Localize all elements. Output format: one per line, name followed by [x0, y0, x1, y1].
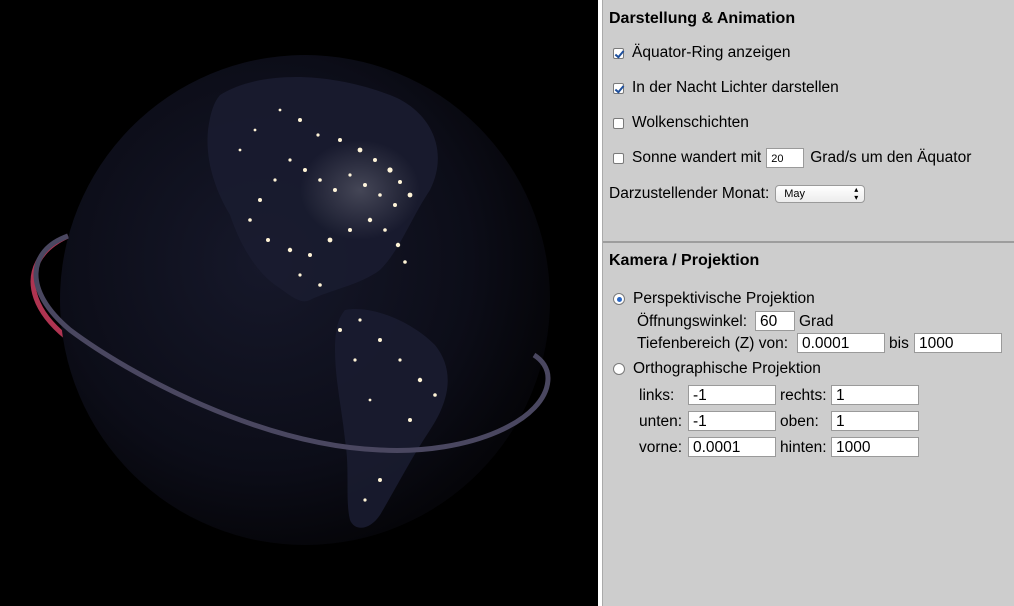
depth-to-label: bis [889, 335, 909, 352]
night-lights-option[interactable]: In der Nacht Lichter darstellen [613, 79, 839, 97]
near-label: vorne: [639, 439, 683, 456]
orthographic-option[interactable]: Orthographische Projektion [613, 360, 821, 378]
sun-label-before: Sonne wandert mit [632, 149, 762, 166]
perspective-radio[interactable] [613, 293, 625, 305]
control-panel: Darstellung & Animation Äquator-Ring anz… [602, 0, 1014, 606]
camera-section-title: Kamera / Projektion [609, 252, 760, 269]
perspective-option[interactable]: Perspektivische Projektion [613, 290, 815, 308]
depth-from-input[interactable]: 0.0001 [797, 333, 885, 353]
fov-input[interactable]: 60 [755, 311, 795, 331]
right-input[interactable]: 1 [831, 385, 919, 405]
equator-ring-option[interactable]: Äquator-Ring anzeigen [613, 44, 791, 62]
month-select-value: May [784, 188, 806, 200]
sun-label-after: Grad/s um den Äquator [810, 149, 972, 166]
select-arrows-icon: ▴ ▾ [854, 185, 859, 202]
month-select[interactable]: May ▴ ▾ [775, 185, 866, 203]
depth-to-input[interactable]: 1000 [914, 333, 1002, 353]
sun-speed-input[interactable]: 20 [766, 148, 805, 168]
section-divider [603, 241, 1014, 243]
near-input[interactable]: 0.0001 [688, 437, 776, 457]
globe-canvas[interactable] [0, 0, 598, 606]
top-label: oben: [780, 413, 819, 430]
orthographic-label: Orthographische Projektion [633, 360, 821, 377]
display-section-title: Darstellung & Animation [609, 10, 796, 27]
equator-ring-checkbox[interactable] [613, 47, 624, 59]
clouds-checkbox[interactable] [613, 117, 624, 129]
fov-label: Öffnungswinkel: [637, 313, 747, 330]
depth-range-label: Tiefenbereich (Z) von: [637, 335, 789, 352]
bottom-label: unten: [639, 413, 683, 430]
bottom-input[interactable]: -1 [688, 411, 776, 431]
night-lights-checkbox[interactable] [613, 82, 624, 94]
far-label: hinten: [780, 439, 827, 456]
sun-checkbox[interactable] [613, 152, 624, 164]
globe-viewport[interactable] [0, 0, 598, 606]
top-input[interactable]: 1 [831, 411, 919, 431]
left-label: links: [639, 387, 675, 404]
month-label: Darzustellender Monat: [609, 185, 770, 202]
clouds-label: Wolkenschichten [632, 114, 749, 131]
clouds-option[interactable]: Wolkenschichten [613, 114, 749, 132]
fov-unit: Grad [799, 313, 834, 330]
night-lights-label: In der Nacht Lichter darstellen [632, 79, 839, 96]
month-row: Darzustellender Monat: May ▴ ▾ [609, 185, 866, 203]
perspective-label: Perspektivische Projektion [633, 290, 815, 307]
right-label: rechts: [780, 387, 827, 404]
left-input[interactable]: -1 [688, 385, 776, 405]
sun-option: Sonne wandert mit 20 Grad/s um den Äquat… [613, 148, 971, 168]
far-input[interactable]: 1000 [831, 437, 919, 457]
orthographic-radio[interactable] [613, 363, 625, 375]
equator-ring-label: Äquator-Ring anzeigen [632, 44, 791, 61]
